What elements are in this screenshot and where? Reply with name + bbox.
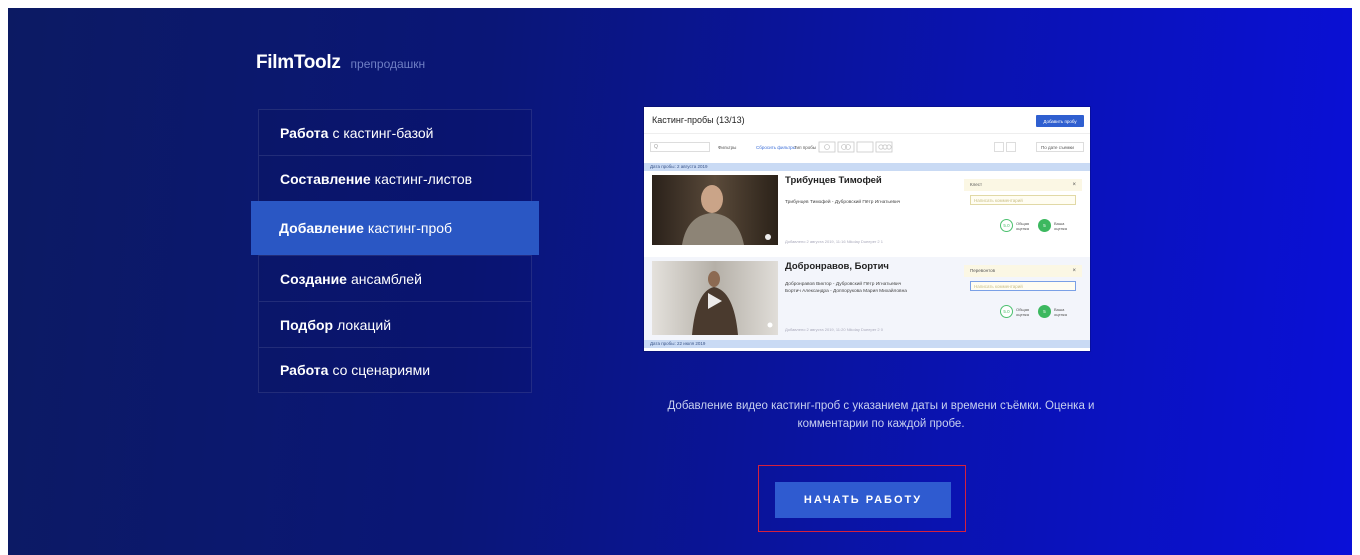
landing-stage: FilmToolz препродашкн Работа с кастинг-б… (8, 8, 1352, 555)
preview-row: Трибунцев Тимофей Трибунцев Тимофей - Ду… (644, 171, 1090, 252)
feature-menu: Работа с кастинг-базой Составление касти… (251, 109, 539, 393)
preview-tag: Клест (964, 179, 1082, 191)
preview-actor-name: Добронравов, Бортич (785, 261, 889, 272)
menu-item-bold: Составление (280, 170, 371, 187)
menu-item-label: с кастинг-базой (332, 124, 434, 141)
menu-item-ensembles[interactable]: Создание ансамблей (258, 255, 532, 301)
preview-comment-card: Клест × Написать комментарий 5.0 Общая оц… (964, 179, 1082, 245)
brand-tagline: препродашкн (350, 57, 426, 71)
menu-item-bold: Подбор (280, 316, 334, 333)
actor-photo-2 (652, 261, 778, 335)
menu-item-label: кастинг-проб (367, 220, 453, 236)
menu-item-bold: Работа (280, 362, 329, 378)
preview-reset-filters: Сбросить фильтры (756, 145, 796, 150)
preview-overall-label: Общая оценка (1016, 221, 1030, 231)
preview-type-label: Тип пробы (794, 145, 817, 150)
preview-overall-score: 5.0 (1000, 305, 1013, 318)
menu-item-casting-base[interactable]: Работа с кастинг-базой (258, 109, 532, 155)
preview-list-view-icon (994, 142, 1004, 152)
preview-overall-label: Общая оценка (1016, 307, 1030, 317)
actor-photo-1 (652, 175, 778, 245)
menu-item-casting-lists[interactable]: Составление кастинг-листов (258, 155, 532, 201)
preview-header: Кастинг-пробы (13/13) Добавить пробу (644, 107, 1090, 134)
preview-actor-role: Добронравов Виктор - Дубровский Пётр Игн… (785, 282, 902, 287)
preview-search-input: Q (650, 142, 710, 152)
preview-type-icons (818, 141, 893, 153)
preview-comment-input: Написать комментарий (970, 195, 1076, 205)
preview-add-button: Добавить пробу (1036, 115, 1084, 127)
preview-comment-card: Перевонтов × Написать комментарий 5.0 Об… (964, 265, 1082, 331)
preview-date-group: Дата пробы: 2 августа 2019 (644, 163, 1090, 171)
menu-item-bold: Работа (280, 124, 329, 141)
start-work-button[interactable]: НАЧАТЬ РАБОТУ (775, 482, 951, 518)
preview-actor-role: Бортич Александра - Доппорукова Мария Ми… (785, 289, 907, 294)
preview-your-score: 5 (1038, 219, 1051, 232)
feature-description: Добавление видео кастинг-проб с указание… (667, 400, 1095, 430)
preview-comment-input: Написать комментарий (970, 281, 1076, 291)
close-icon: × (1072, 268, 1076, 274)
preview-added-meta: Добавлено 2 августа 2019, 11:20 Nikolay … (785, 327, 883, 332)
menu-item-label: кастинг-листов (374, 170, 473, 187)
preview-sort-select: По дате съемки (1036, 142, 1084, 152)
preview-title: Кастинг-пробы (13/13) (652, 115, 745, 125)
feature-preview-screenshot: Кастинг-пробы (13/13) Добавить пробу Q Ф… (644, 107, 1090, 351)
preview-tag: Перевонтов (964, 265, 1082, 277)
filmtoolz-logo[interactable]: FilmToolz (256, 52, 341, 74)
menu-item-casting-tests[interactable]: Добавление кастинг-проб (251, 201, 539, 255)
menu-item-label: локаций (337, 316, 392, 333)
preview-actor-role: Трибунцев Тимофей - Дубровский Пётр Игна… (785, 200, 901, 205)
preview-date-group: Дата пробы: 22 июля 2019 (644, 340, 1090, 348)
preview-your-score: 5 (1038, 305, 1051, 318)
preview-grid-view-icon (1006, 142, 1016, 152)
preview-filters-label: Фильтры (718, 145, 737, 150)
preview-added-meta: Добавлено 2 августа 2019, 11:16 Nikolay … (785, 239, 883, 244)
menu-item-bold: Добавление (279, 220, 364, 236)
preview-your-label: Ваша оценка (1054, 221, 1067, 231)
preview-actor-name: Трибунцев Тимофей (785, 175, 882, 186)
preview-overall-score: 5.0 (1000, 219, 1013, 232)
close-icon: × (1072, 182, 1076, 188)
preview-row: Добронравов, Бортич Добронравов Виктор -… (644, 257, 1090, 340)
brand: FilmToolz препродашкн (256, 52, 425, 74)
preview-your-label: Ваша оценка (1054, 307, 1067, 317)
menu-item-locations[interactable]: Подбор локаций (258, 301, 532, 347)
menu-item-bold: Создание (280, 270, 347, 287)
menu-item-label: со сценариями (332, 362, 431, 378)
menu-item-label: ансамблей (350, 270, 422, 287)
preview-toolbar: Q Фильтры Сбросить фильтры Тип пробы По … (644, 133, 1090, 159)
menu-item-scripts[interactable]: Работа со сценариями (258, 347, 532, 393)
